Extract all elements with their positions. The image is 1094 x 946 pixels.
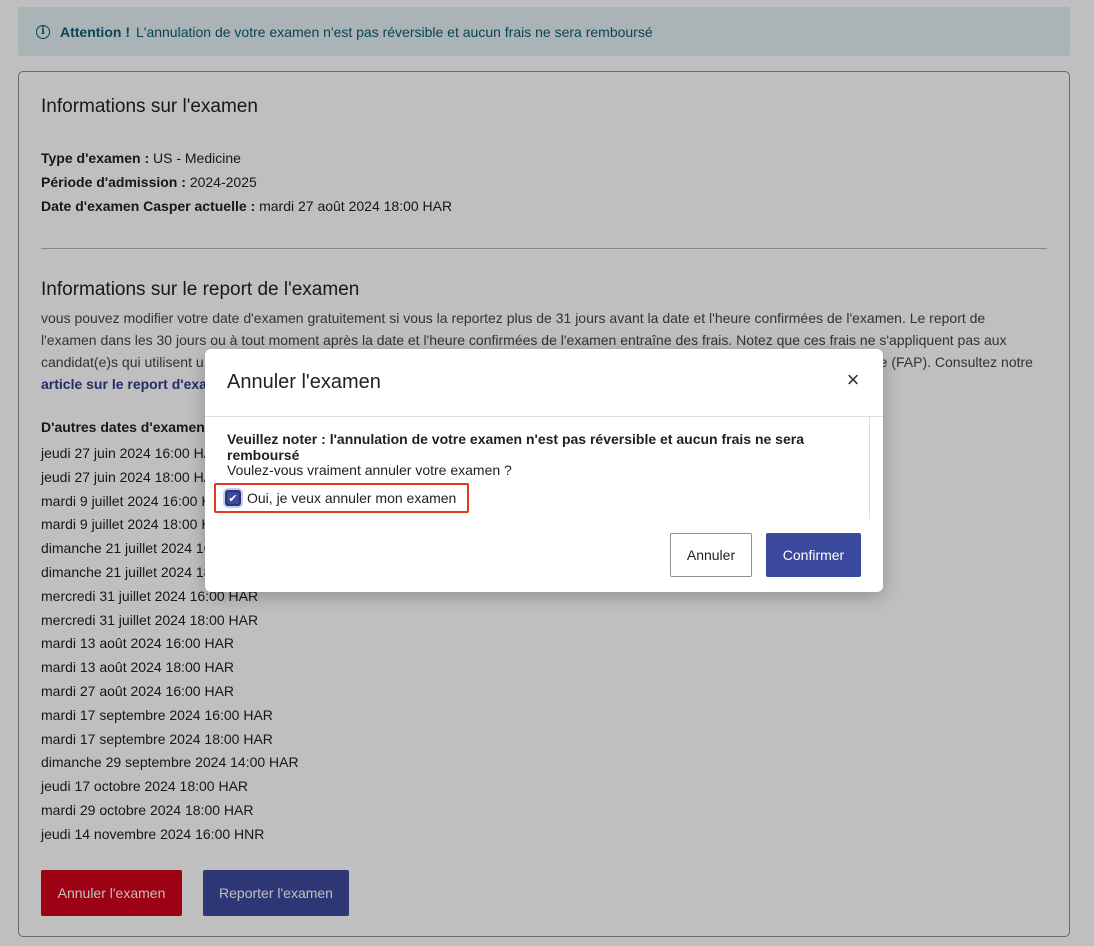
- dialog-body: Veuillez noter : l'annulation de votre e…: [205, 417, 870, 519]
- dialog-note: Veuillez noter : l'annulation de votre e…: [227, 431, 804, 463]
- check-icon[interactable]: ✔: [225, 490, 241, 506]
- dialog-header: Annuler l'examen ×: [205, 349, 883, 417]
- cancel-exam-dialog: Annuler l'examen × Veuillez noter : l'an…: [205, 349, 883, 592]
- confirm-checkbox-row[interactable]: ✔ Oui, je veux annuler mon examen: [214, 483, 469, 513]
- dialog-cancel-button[interactable]: Annuler: [670, 533, 752, 577]
- dialog-question: Voulez-vous vraiment annuler votre exame…: [227, 462, 512, 478]
- dialog-confirm-button[interactable]: Confirmer: [766, 533, 861, 577]
- close-icon[interactable]: ×: [843, 369, 863, 391]
- confirm-checkbox-label[interactable]: Oui, je veux annuler mon examen: [247, 490, 456, 506]
- dialog-title: Annuler l'examen: [227, 371, 381, 393]
